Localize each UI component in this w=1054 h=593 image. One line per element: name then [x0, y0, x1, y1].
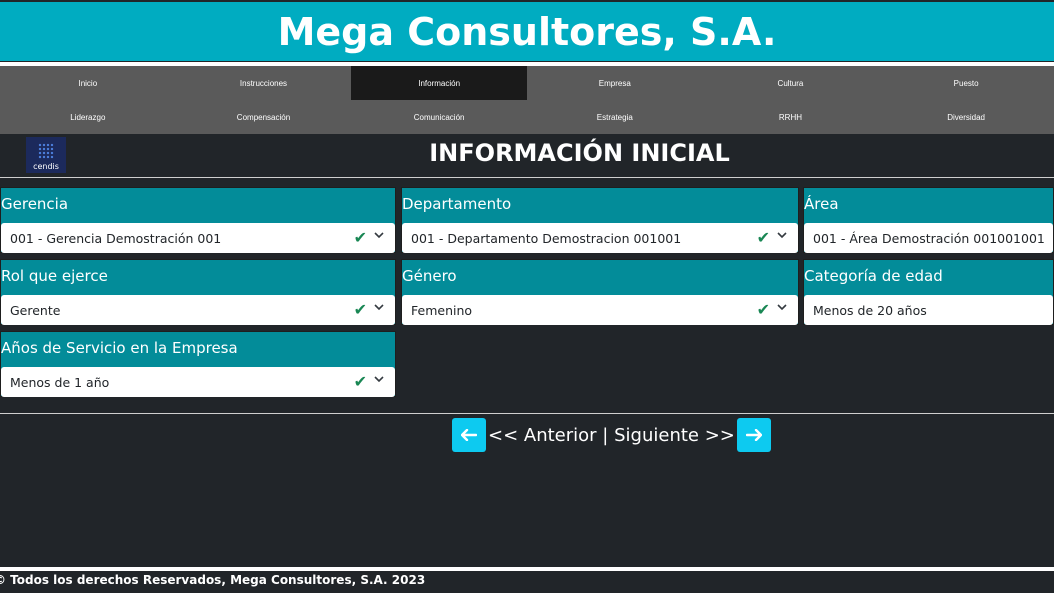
- check-icon: ✔: [353, 300, 367, 319]
- chevron-down-icon: [374, 376, 384, 383]
- edad-label: Categoría de edad: [804, 267, 943, 285]
- check-icon: ✔: [756, 300, 770, 319]
- arrow-right-icon: [745, 429, 762, 441]
- edad-value: Menos de 20 años: [813, 302, 927, 318]
- genero-label: Género: [402, 267, 457, 285]
- nav-item-comunicacion[interactable]: Comunicación: [351, 100, 527, 134]
- field-edad: Categoría de edad Menos de 20 años: [803, 259, 1054, 325]
- chevron-down-icon: [777, 304, 787, 311]
- chevron-down-icon: [777, 232, 787, 239]
- gerencia-value: 001 - Gerencia Demostración 001: [10, 230, 222, 246]
- rol-value: Gerente: [10, 302, 61, 318]
- area-value: 001 - Área Demostración 001001001: [813, 230, 1045, 246]
- genero-select[interactable]: Femenino ✔: [402, 295, 798, 325]
- next-button[interactable]: [736, 418, 771, 452]
- nav-item-puesto[interactable]: Puesto: [878, 66, 1054, 100]
- rol-select[interactable]: Gerente ✔: [1, 295, 395, 325]
- edad-select[interactable]: Menos de 20 años: [804, 295, 1053, 325]
- nav-item-estrategia[interactable]: Estrategia: [527, 100, 703, 134]
- area-select[interactable]: 001 - Área Demostración 001001001: [804, 223, 1053, 253]
- title-bar: cendis INFORMACIÓN INICIAL: [0, 134, 1054, 176]
- area-label: Área: [804, 195, 839, 213]
- nav-item-inicio[interactable]: Inicio: [0, 66, 176, 100]
- form-divider: [0, 413, 1054, 414]
- departamento-select[interactable]: 001 - Departamento Demostracion 001001 ✔: [402, 223, 798, 253]
- title-divider: [0, 177, 1054, 178]
- anios-select[interactable]: Menos de 1 año ✔: [1, 367, 395, 397]
- field-anios-servicio: Años de Servicio en la Empresa Menos de …: [0, 331, 396, 397]
- nav-item-liderazgo[interactable]: Liderazgo: [0, 100, 176, 134]
- prev-link[interactable]: << Anterior: [488, 425, 597, 446]
- chevron-down-icon: [374, 304, 384, 311]
- gerencia-label: Gerencia: [1, 195, 69, 213]
- field-departamento: Departamento 001 - Departamento Demostra…: [401, 187, 799, 253]
- pager: << Anterior | Siguiente >>: [452, 418, 771, 452]
- anios-value: Menos de 1 año: [10, 374, 110, 390]
- company-title: Mega Consultores, S.A.: [277, 9, 777, 54]
- gerencia-select[interactable]: 001 - Gerencia Demostración 001 ✔: [1, 223, 395, 253]
- nav-item-instrucciones[interactable]: Instrucciones: [176, 66, 352, 100]
- page-title: INFORMACIÓN INICIAL: [429, 139, 730, 167]
- pager-text: << Anterior | Siguiente >>: [488, 425, 735, 446]
- departamento-label: Departamento: [402, 195, 512, 213]
- field-area: Área 001 - Área Demostración 001001001: [803, 187, 1054, 253]
- footer-divider: [0, 567, 1054, 571]
- anios-label: Años de Servicio en la Empresa: [1, 339, 238, 357]
- check-icon: ✔: [353, 228, 367, 247]
- nav-item-empresa[interactable]: Empresa: [527, 66, 703, 100]
- prev-button[interactable]: [452, 418, 486, 452]
- main-nav: Inicio Instrucciones Información Empresa…: [0, 66, 1054, 134]
- field-gerencia: Gerencia 001 - Gerencia Demostración 001…: [0, 187, 396, 253]
- check-icon: ✔: [353, 372, 367, 391]
- rol-label: Rol que ejerce: [1, 267, 108, 285]
- next-link[interactable]: Siguiente >>: [614, 425, 735, 446]
- check-icon: ✔: [756, 228, 770, 247]
- footer-copyright: © Todos los derechos Reservados, Mega Co…: [0, 573, 426, 587]
- field-rol: Rol que ejerce Gerente ✔: [0, 259, 396, 325]
- nav-item-diversidad[interactable]: Diversidad: [878, 100, 1054, 134]
- nav-item-informacion[interactable]: Información: [351, 66, 527, 100]
- arrow-left-icon: [461, 429, 477, 441]
- pager-divider: |: [602, 424, 609, 446]
- genero-value: Femenino: [411, 302, 473, 318]
- app-header: Mega Consultores, S.A.: [0, 2, 1054, 61]
- field-genero: Género Femenino ✔: [401, 259, 799, 325]
- departamento-value: 001 - Departamento Demostracion 001001: [411, 230, 682, 246]
- chevron-down-icon: [374, 232, 384, 239]
- nav-item-compensacion[interactable]: Compensación: [176, 100, 352, 134]
- nav-item-cultura[interactable]: Cultura: [703, 66, 879, 100]
- nav-item-rrhh[interactable]: RRHH: [703, 100, 879, 134]
